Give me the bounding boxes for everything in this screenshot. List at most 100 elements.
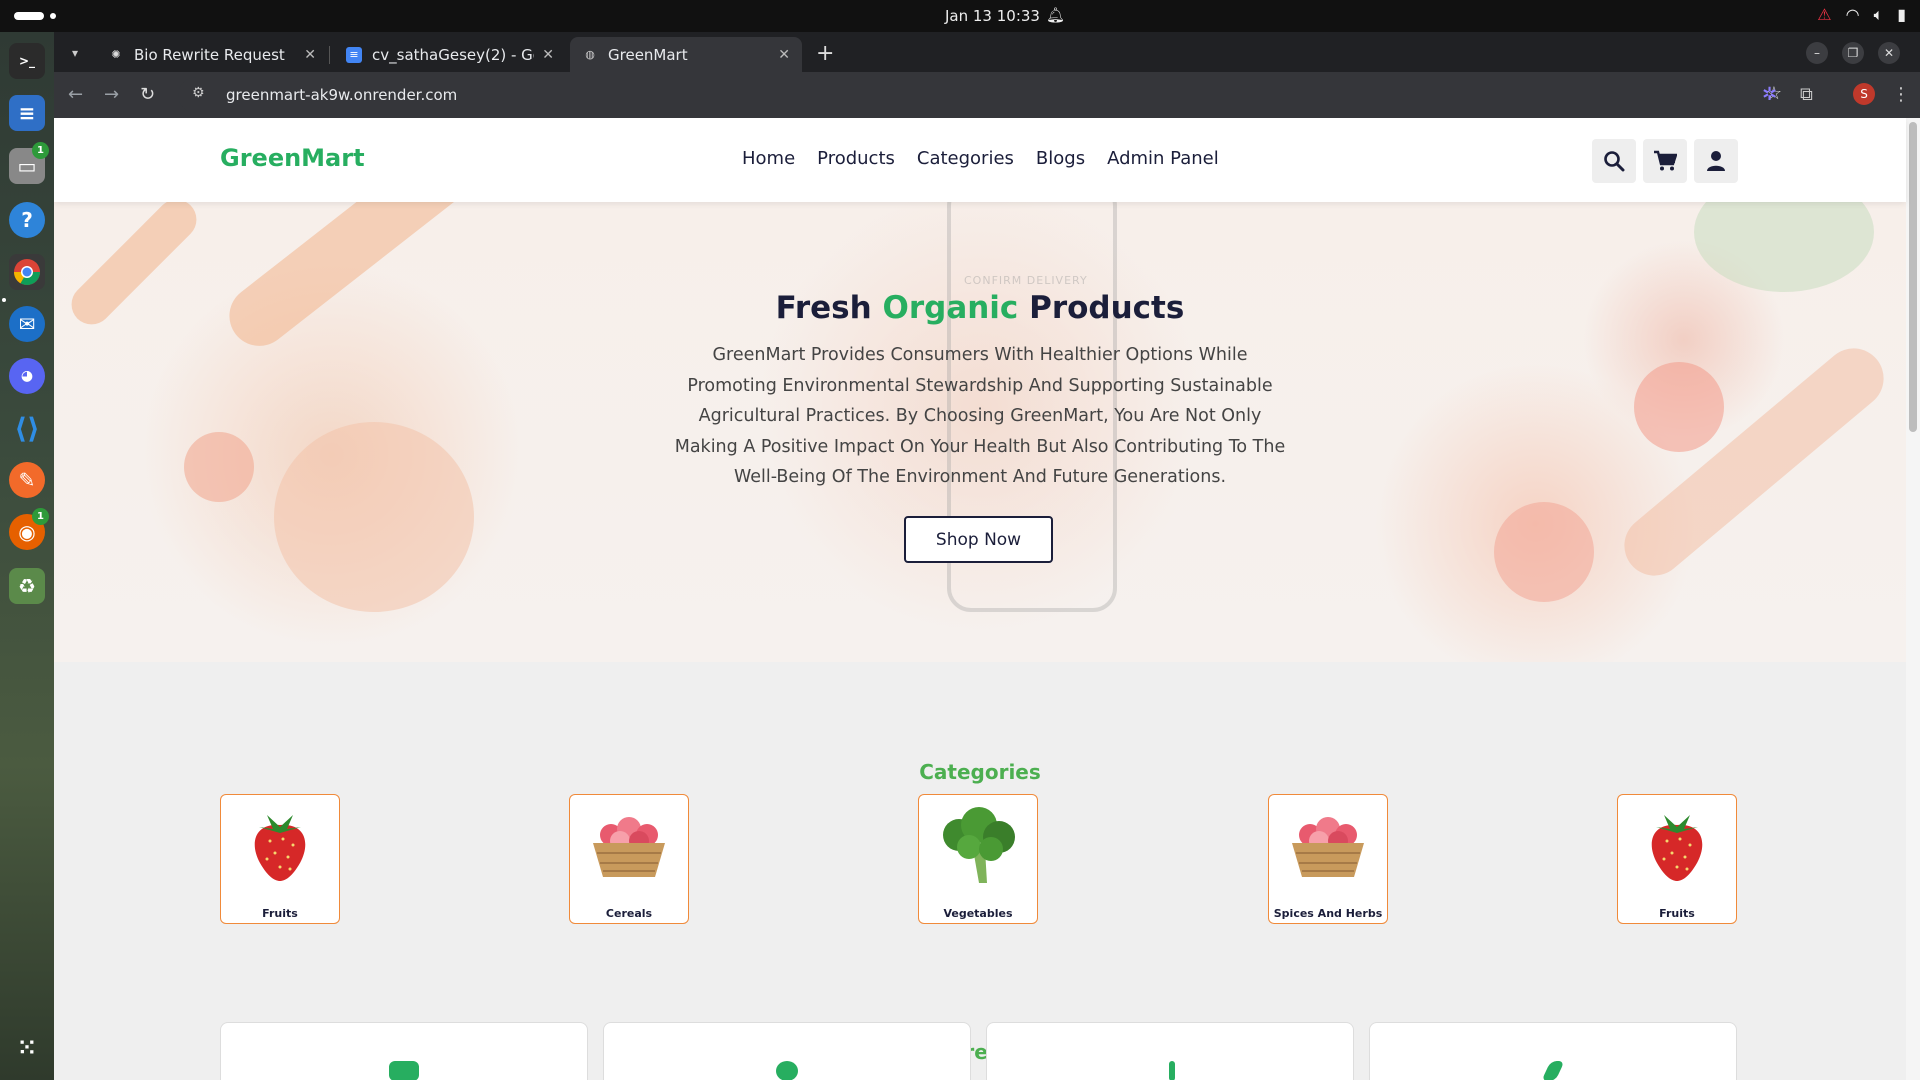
tab-divider [329, 46, 330, 64]
firefox-icon[interactable]: ◉ 1 [9, 508, 49, 550]
strawberry-icon [1628, 805, 1726, 885]
close-tab-icon[interactable]: ✕ [542, 47, 554, 63]
hero-title: Fresh Organic Products [54, 290, 1906, 326]
volume-icon[interactable]: 🔈︎ [1874, 5, 1884, 25]
nav-products[interactable]: Products [817, 148, 895, 169]
cart-icon [1654, 150, 1677, 171]
nav-categories[interactable]: Categories [917, 148, 1014, 169]
application-dock: >_ ≡ ▭ 1 ? ✉ ◕ ⟨⟩ ✎ ◉ 1 ♻ ⁙ [0, 32, 54, 1080]
category-card-fruits[interactable]: Fruits [220, 794, 340, 924]
category-card-spices-herbs[interactable]: Spices And Herbs [1268, 794, 1388, 924]
text-editor-icon[interactable]: ≡ [9, 95, 45, 131]
hero-description: GreenMart Provides Consumers With Health… [674, 345, 1286, 487]
why-card [986, 1022, 1354, 1080]
active-app-indicator [2, 298, 6, 302]
thunderbird-icon[interactable]: ✉ [9, 306, 45, 342]
tab-search-icon[interactable]: ▾ [64, 42, 86, 64]
strawberry-icon [231, 805, 329, 885]
tomato-image [1634, 362, 1724, 452]
restore-icon[interactable]: ❐ [1842, 42, 1864, 64]
globe-favicon-icon: ◍ [585, 48, 595, 61]
tab-google-docs[interactable]: ≡ cv_sathaGesey(2) - Goog ✕ [334, 37, 566, 72]
search-button[interactable] [1592, 139, 1636, 183]
firefox-badge: 1 [32, 508, 49, 525]
back-arrow-icon[interactable]: ← [68, 84, 83, 105]
docs-favicon-icon: ≡ [346, 46, 362, 63]
new-tab-plus-icon[interactable]: + [816, 41, 834, 66]
fruit-basket-icon [580, 805, 678, 885]
extension-gear-icon[interactable]: ✲ [1762, 84, 1777, 105]
discord-icon[interactable]: ◕ [9, 358, 45, 394]
hero-title-highlight: Organic [882, 290, 1019, 326]
page-scrollbar[interactable] [1906, 118, 1920, 1080]
files-icon[interactable]: ▭ 1 [9, 142, 49, 184]
tomato-image [1494, 502, 1594, 602]
system-clock[interactable]: Jan 13 10:33 [945, 7, 1040, 25]
vscode-icon[interactable]: ⟨⟩ [9, 410, 45, 446]
category-label: Spices And Herbs [1273, 907, 1383, 920]
site-info-icon[interactable]: ⚙ [192, 85, 205, 101]
profile-avatar[interactable]: S [1853, 83, 1875, 105]
carrot-image [217, 202, 491, 358]
reload-icon[interactable]: ↻ [140, 84, 155, 105]
battery-icon[interactable]: ▮ [1897, 5, 1906, 25]
nav-admin-panel[interactable]: Admin Panel [1107, 148, 1219, 169]
why-card [603, 1022, 971, 1080]
user-icon [1707, 151, 1725, 171]
category-card-cereals[interactable]: Cereals [569, 794, 689, 924]
terminal-icon[interactable]: >_ [9, 43, 45, 79]
extensions-puzzle-icon[interactable]: ⧉ [1800, 84, 1813, 105]
close-tab-icon[interactable]: ✕ [304, 47, 316, 63]
close-window-icon[interactable]: ✕ [1878, 42, 1900, 64]
notification-bell-icon[interactable]: 🔔︎ [1046, 6, 1065, 24]
scrollbar-thumb[interactable] [1909, 122, 1917, 432]
site-logo[interactable]: GreenMart [220, 144, 365, 172]
trash-icon[interactable]: ♻ [9, 568, 45, 604]
chatgpt-favicon-icon: ✺ [111, 48, 121, 61]
close-tab-icon[interactable]: ✕ [778, 47, 790, 63]
postman-icon[interactable]: ✎ [9, 462, 45, 498]
category-label: Fruits [262, 907, 298, 920]
category-label: Cereals [605, 907, 653, 920]
nav-blogs[interactable]: Blogs [1036, 148, 1085, 169]
show-apps-icon[interactable]: ⁙ [9, 1030, 45, 1066]
why-card [220, 1022, 588, 1080]
url-text[interactable]: greenmart-ak9w.onrender.com [226, 86, 457, 104]
warning-icon[interactable]: ⚠ [1817, 5, 1831, 25]
onion-image [274, 422, 474, 612]
hero-title-part1: Fresh [775, 290, 872, 326]
truck-icon [389, 1061, 419, 1080]
page-viewport: GreenMart Home Products Categories Blogs… [54, 118, 1920, 1080]
wifi-icon[interactable]: ◠ [1846, 5, 1860, 25]
browser-toolbar: ← → ↻ ⚙ greenmart-ak9w.onrender.com ☆ ✲ … [54, 72, 1920, 118]
search-icon [1604, 151, 1625, 172]
shop-now-button[interactable]: Shop Now [904, 516, 1053, 563]
forward-arrow-icon[interactable]: → [104, 84, 119, 105]
tab-title: GreenMart [608, 45, 688, 64]
location-icon [776, 1061, 798, 1080]
system-tray[interactable]: ⚠ ◠ 🔈︎ ▮ [1817, 5, 1906, 25]
account-button[interactable] [1694, 139, 1738, 183]
hero-title-part2: Products [1029, 290, 1185, 326]
category-card-fruits-2[interactable]: Fruits [1617, 794, 1737, 924]
chrome-icon[interactable] [9, 254, 45, 290]
hero-section: CONFIRM DELIVERY Fresh Organic Products … [54, 202, 1906, 662]
minimize-icon[interactable]: – [1806, 42, 1828, 64]
activities-indicator[interactable] [14, 12, 44, 20]
nav-home[interactable]: Home [742, 148, 795, 169]
tab-greenmart[interactable]: ◍ GreenMart ✕ [570, 37, 802, 72]
category-label: Vegetables [943, 907, 1013, 920]
cart-button[interactable] [1643, 139, 1687, 183]
broccoli-icon [929, 805, 1027, 885]
address-bar[interactable]: ⚙ greenmart-ak9w.onrender.com ☆ [178, 77, 1808, 113]
browser-menu-icon[interactable]: ⋮ [1892, 84, 1910, 105]
help-icon[interactable]: ? [9, 202, 45, 238]
workspace-dot [50, 13, 56, 19]
tab-bio-rewrite[interactable]: ✺ Bio Rewrite Request ✕ [96, 37, 328, 72]
main-nav: Home Products Categories Blogs Admin Pan… [742, 148, 1219, 169]
browser-window: ▾ ✺ Bio Rewrite Request ✕ ≡ cv_sathaGese… [54, 32, 1920, 1080]
tab-title: cv_sathaGesey(2) - Goog [372, 45, 534, 64]
category-card-vegetables[interactable]: Vegetables [918, 794, 1038, 924]
why-card [1369, 1022, 1737, 1080]
system-top-bar: Jan 13 10:33 🔔︎ ⚠ ◠ 🔈︎ ▮ [0, 0, 1920, 32]
